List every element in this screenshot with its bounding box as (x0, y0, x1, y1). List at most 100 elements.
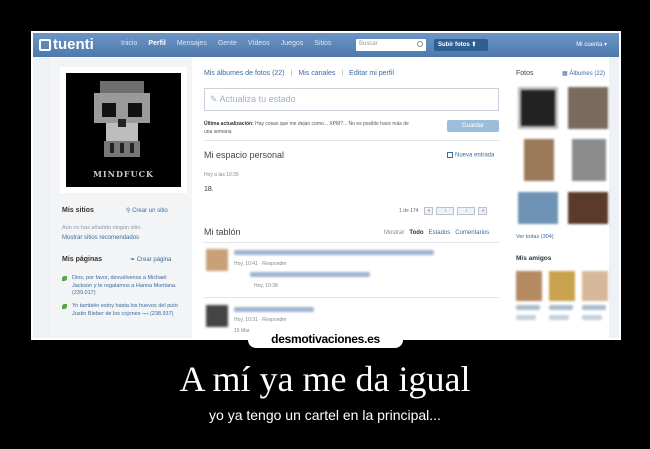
pencil-icon: ✎ (210, 94, 220, 104)
filter-statuses[interactable]: Estados (429, 230, 451, 236)
tab-edit-profile[interactable]: Editar mi perfil (349, 70, 394, 77)
friend-name (549, 305, 573, 310)
leaf-icon: ❧ (130, 257, 137, 263)
photo-thumbnail[interactable] (568, 87, 608, 129)
tab-separator: | (341, 70, 344, 77)
new-entry-label: Nueva entrada (455, 152, 495, 159)
upload-label: Subir fotos (438, 42, 470, 48)
avatar[interactable] (206, 249, 228, 271)
photos-heading: Fotos (516, 70, 534, 77)
main-column: Mis álbumes de fotos (22) | Mis canales … (204, 57, 504, 338)
post-time: Hoy, 10:31 (234, 317, 258, 323)
avatar[interactable] (206, 305, 228, 327)
reply-link[interactable]: Responder (262, 261, 286, 267)
save-status-button[interactable]: Guardar (447, 120, 499, 132)
top-navigation-bar: tuenti Inicio Perfil Mensajes Gente Víde… (33, 33, 619, 57)
poster-subline: yo ya tengo un cartel en la principal... (209, 407, 441, 423)
chevron-down-icon: ▾ (603, 42, 607, 48)
albums-label: Álbumes (22) (569, 71, 606, 77)
profile-tabs: Mis álbumes de fotos (22) | Mis canales … (204, 70, 394, 77)
friend-avatar[interactable] (582, 271, 608, 301)
poster-headline: A mí ya me da igual (179, 359, 471, 399)
post-meta: Hoy, 10:31 · Responder (234, 317, 287, 323)
last-update-label: Última actualización: (204, 121, 254, 127)
nav-videos[interactable]: Vídeos (248, 40, 270, 47)
filter-all[interactable]: Todo (409, 230, 423, 236)
post-time: Hoy, 10:41 (234, 261, 258, 267)
nav-perfil[interactable]: Perfil (148, 40, 166, 47)
leaf-icon (62, 276, 67, 281)
nav-gente[interactable]: Gente (218, 40, 237, 47)
leaf-icon (62, 304, 67, 309)
photo-thumbnail[interactable] (518, 192, 558, 224)
photo-thumbnail[interactable] (572, 139, 606, 181)
friend-name (582, 315, 602, 320)
filter-label: Mostrar (384, 230, 405, 236)
last-page-button[interactable]: » (478, 207, 488, 215)
friend-avatar[interactable] (549, 271, 575, 301)
new-entry-link[interactable]: Nueva entrada (447, 152, 494, 159)
search-icon[interactable] (417, 41, 423, 47)
wall-filters: Mostrar Todo Estados Comentarios (384, 230, 489, 236)
logo-square-icon (39, 38, 51, 51)
pager-text: 1 de 174 (399, 208, 419, 214)
divider (204, 297, 499, 298)
account-label: Mi cuenta (576, 42, 603, 48)
next-page-button[interactable]: › (457, 207, 476, 215)
divider (204, 140, 499, 141)
friend-name (582, 305, 606, 310)
status-input[interactable]: ✎ Actualiza tu estado (204, 88, 499, 111)
see-all-photos-link[interactable]: Ver todas (304) (516, 234, 554, 240)
blurred-text (250, 272, 370, 277)
create-site-label: Crear un sitio (132, 208, 168, 214)
upload-photos-button[interactable]: Subir fotos ⬆ (434, 39, 488, 51)
albums-link[interactable]: ▦ Álbumes (22) (562, 70, 605, 77)
photo-thumbnail[interactable] (518, 87, 558, 129)
page-item[interactable]: Yo también estoy hasta los huevos del pu… (72, 303, 180, 318)
friend-name (516, 315, 536, 320)
first-page-button[interactable]: « (424, 207, 434, 215)
create-site-link[interactable]: ⚲ Crear un sitio (126, 207, 168, 214)
photo-thumbnail[interactable] (568, 192, 608, 224)
post-meta: Hoy, 10:41 · Responder (234, 261, 287, 267)
tuenti-profile-screen: tuenti Inicio Perfil Mensajes Gente Víde… (33, 33, 619, 338)
recommended-sites-link[interactable]: Mostrar sitios recomendados (62, 235, 139, 241)
account-menu[interactable]: Mi cuenta ▾ (576, 41, 607, 48)
upload-arrow-icon: ⬆ (471, 42, 477, 48)
sites-heading: Mis sitios (62, 207, 94, 214)
nav-juegos[interactable]: Juegos (281, 40, 304, 47)
personal-space-text: 18. (204, 186, 214, 193)
wall-title: Mi tablón (204, 227, 241, 237)
logo-text: tuenti (53, 36, 94, 53)
skull-icon (94, 81, 150, 159)
tab-albums[interactable]: Mis álbumes de fotos (22) (204, 70, 285, 77)
prev-page-button[interactable]: ‹ (436, 207, 455, 215)
main-nav: Inicio Perfil Mensajes Gente Vídeos Jueg… (121, 40, 331, 47)
search-placeholder: Buscar (359, 41, 378, 47)
pagination: 1 de 174 « ‹ › » (399, 207, 488, 215)
create-page-link[interactable]: ❧ Crear página (130, 256, 171, 263)
watermark: desmotivaciones.es (248, 331, 403, 348)
pages-heading: Mis páginas (62, 256, 103, 263)
tab-channels[interactable]: Mis canales (298, 70, 335, 77)
photo-thumbnail[interactable] (524, 139, 554, 181)
personal-space-title: Mi espacio personal (204, 150, 285, 160)
post-sub-meta: Hoy, 10:38 (254, 283, 278, 289)
post-sub-meta: 15 Mar (234, 328, 250, 334)
tuenti-logo[interactable]: tuenti (39, 36, 94, 53)
search-input[interactable]: Buscar (356, 39, 426, 51)
friend-name (516, 305, 540, 310)
friends-heading: Mis amigos (516, 255, 552, 262)
reply-link[interactable]: Responder (262, 317, 286, 323)
nav-inicio[interactable]: Inicio (121, 40, 137, 47)
left-sidebar: MINDFUCK Mis sitios ⚲ Crear un sitio Aún… (50, 57, 192, 338)
page-item[interactable]: Dios, por favor, devuélvenos a Michael J… (72, 275, 180, 298)
filter-comments[interactable]: Comentarios (455, 230, 489, 236)
last-update: Última actualización: Hay cosas que me d… (204, 120, 414, 136)
friend-avatar[interactable] (516, 271, 542, 301)
nav-sitios[interactable]: Sitios (314, 40, 331, 47)
nav-mensajes[interactable]: Mensajes (177, 40, 207, 47)
profile-avatar[interactable]: MINDFUCK (60, 67, 187, 193)
avatar-image: MINDFUCK (66, 73, 181, 187)
blurred-text (234, 250, 434, 255)
